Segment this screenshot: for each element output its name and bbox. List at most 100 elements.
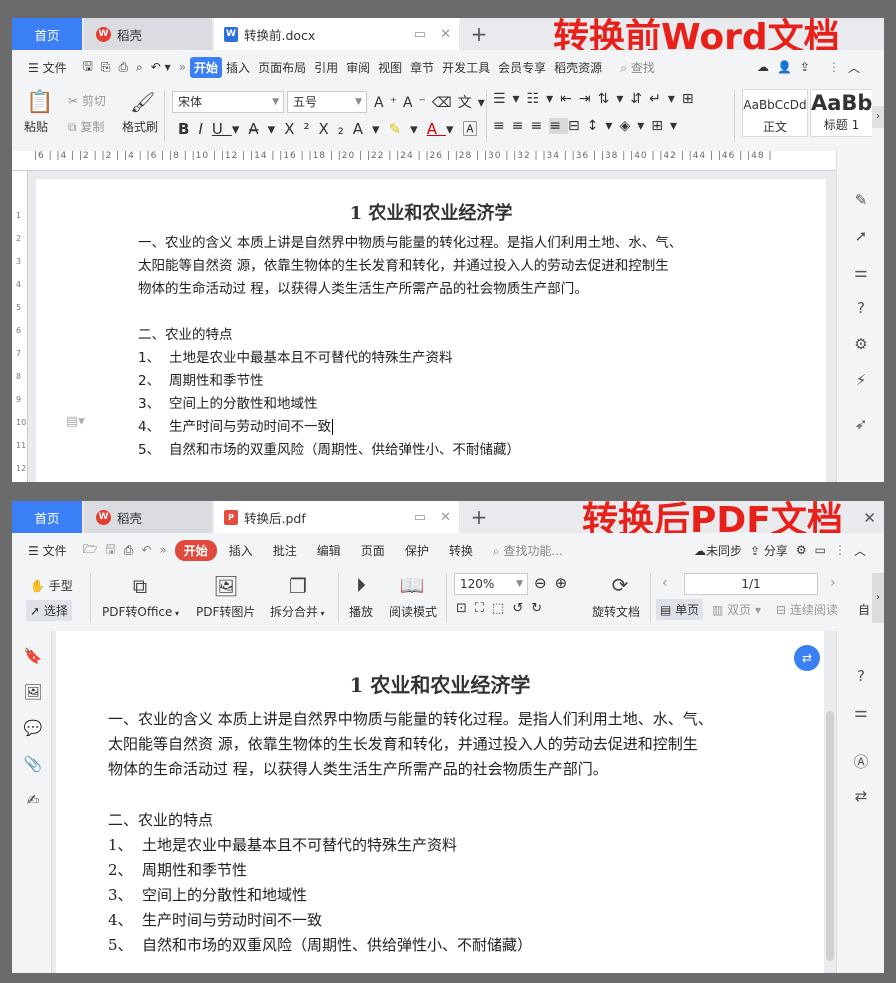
font-family-select[interactable]: 宋体 ▼: [172, 91, 284, 113]
bold-icon[interactable]: B: [178, 120, 198, 138]
bookmark-icon[interactable]: 🔖: [23, 647, 43, 665]
style-normal[interactable]: AaBbCcDd 正文: [742, 89, 808, 137]
underline-icon[interactable]: U: [212, 120, 232, 138]
translate-icon[interactable]: ⇄: [851, 787, 871, 807]
menu-protect[interactable]: 保护: [401, 542, 433, 559]
pointer-icon[interactable]: ➚: [851, 227, 871, 247]
menu-reference[interactable]: 引用: [310, 59, 342, 76]
play-icon[interactable]: ⏵: [348, 573, 374, 597]
menu-section[interactable]: 章节: [406, 59, 438, 76]
pen-icon[interactable]: ✎: [851, 191, 871, 211]
decrease-indent-icon[interactable]: ⇤: [560, 91, 579, 107]
menu-daoke-resources[interactable]: 稻壳资源: [550, 59, 606, 76]
menu-page[interactable]: 页面: [357, 542, 389, 559]
tab-close-icon[interactable]: ✕: [440, 27, 451, 42]
strikethrough-icon[interactable]: A̶: [248, 120, 267, 138]
user-icon[interactable]: 👤: [773, 60, 796, 74]
menu-insert[interactable]: 插入: [225, 542, 257, 559]
save-icon[interactable]: 🖫: [101, 540, 119, 561]
text-direction-icon[interactable]: ⇅▾: [598, 91, 631, 107]
tab-stops-icon[interactable]: ⊞: [682, 91, 701, 107]
tab-document[interactable]: P 转换后.pdf ▭ ✕: [214, 501, 459, 533]
styles-more-icon[interactable]: ›: [872, 106, 884, 128]
split-merge-icon[interactable]: ❐: [284, 574, 312, 598]
read-mode-icon[interactable]: 📖: [398, 573, 426, 597]
document-page[interactable]: 1 农业和农业经济学 一、农业的含义 本质上讲是自然界中物质与能量的转化过程。是…: [36, 179, 826, 482]
menu-insert[interactable]: 插入: [222, 59, 254, 76]
robot-icon[interactable]: ⚙: [851, 335, 871, 355]
more-menu-icon[interactable]: ⋮: [830, 543, 850, 557]
cloud-icon[interactable]: ☁: [753, 60, 773, 74]
sync-status[interactable]: ☁未同步: [690, 542, 746, 559]
undo-icon[interactable]: ↶: [137, 543, 155, 557]
shrink-font-icon[interactable]: A⁻: [403, 95, 432, 111]
clear-format-icon[interactable]: ⌫: [432, 95, 458, 111]
collapse-ribbon-icon[interactable]: ︿: [850, 542, 870, 559]
page-number-input[interactable]: 1/1: [684, 573, 818, 595]
tab-home[interactable]: 首页: [12, 501, 82, 533]
pdf-to-image-icon[interactable]: 🖼: [212, 574, 240, 598]
format-painter-button[interactable]: 格式刷: [122, 118, 158, 135]
rocket-icon[interactable]: ➶: [851, 415, 871, 435]
save-icon[interactable]: 🖫: [79, 57, 97, 78]
grow-font-icon[interactable]: A⁺: [374, 95, 403, 111]
menu-developer[interactable]: 开发工具: [438, 59, 494, 76]
preview-icon[interactable]: ⌕: [132, 60, 147, 75]
continuous-read-button[interactable]: ⊟ 连续阅读: [776, 601, 838, 618]
settings-icon[interactable]: ⚙: [792, 543, 811, 557]
tab-daoke[interactable]: W 稻壳: [84, 18, 212, 50]
zoom-select[interactable]: 120% ▼: [454, 573, 528, 595]
line-spacing-icon[interactable]: ↕▾: [587, 118, 620, 134]
menu-file[interactable]: ☰ 文件: [24, 59, 71, 76]
ribbon-scroll-icon[interactable]: ›: [872, 573, 884, 623]
search-box[interactable]: ⌕ 查找功能...: [489, 542, 567, 559]
menu-view[interactable]: 视图: [374, 59, 406, 76]
align-right-icon[interactable]: ≡: [530, 118, 549, 134]
font-style-tools[interactable]: BIU▾A̶▾X²X₂A▾✎▾A▾🄰: [178, 118, 487, 139]
actual-size-icon[interactable]: ⊡: [456, 601, 475, 616]
bullet-list-icon[interactable]: ☰▾: [493, 91, 527, 107]
paragraph-handle-icon[interactable]: ▤▾: [66, 414, 85, 429]
text-effect-icon[interactable]: A: [353, 120, 372, 138]
ocr-icon[interactable]: Ⓐ: [851, 751, 871, 771]
menu-home[interactable]: 开始: [190, 56, 223, 78]
print-icon[interactable]: ⎙: [120, 543, 138, 558]
menu-file[interactable]: ☰ 文件: [24, 542, 71, 559]
vertical-scrollbar[interactable]: [826, 711, 834, 961]
undo-icon[interactable]: ↶ ▾: [147, 60, 175, 74]
comment-panel-icon[interactable]: 💬: [23, 719, 43, 737]
more-icon[interactable]: »: [175, 60, 190, 74]
tab-restore-icon[interactable]: ▭: [414, 510, 426, 525]
prev-page-icon[interactable]: ‹: [662, 575, 668, 591]
thumbnail-icon[interactable]: 🖼: [23, 683, 43, 701]
read-mode-button[interactable]: 阅读模式: [389, 603, 437, 620]
paste-button[interactable]: 粘贴: [24, 118, 48, 135]
attachment-icon[interactable]: 📎: [23, 755, 43, 773]
rotate-document-icon[interactable]: ⟳: [606, 573, 634, 597]
align-left-icon[interactable]: ≡: [493, 118, 512, 134]
menu-home[interactable]: 开始: [174, 539, 217, 561]
tab-daoke[interactable]: W 稻壳: [84, 501, 212, 533]
fit-page-icon[interactable]: ⛶: [475, 601, 492, 616]
menu-convert[interactable]: 转换: [445, 542, 477, 559]
lightning-icon[interactable]: ⚡: [851, 371, 871, 391]
paragraph-tools-1[interactable]: ☰▾☷▾⇤⇥⇅▾⇵↵▾⊞: [493, 91, 701, 107]
superscript-icon[interactable]: X²: [284, 120, 318, 138]
rotate-left-icon[interactable]: ↺: [512, 601, 531, 616]
copy-button[interactable]: ⧉ 复制: [68, 118, 104, 135]
align-center-icon[interactable]: ≡: [512, 118, 531, 134]
font-color-icon[interactable]: A: [427, 120, 446, 138]
split-merge-button[interactable]: 拆分合并 ▾: [270, 603, 325, 620]
more-menu-icon[interactable]: ⋮: [824, 60, 844, 74]
pdf-to-office-icon[interactable]: ⧉: [126, 574, 154, 598]
italic-icon[interactable]: I: [198, 120, 211, 138]
export-icon[interactable]: ⎘: [97, 60, 115, 75]
zoom-in-icon[interactable]: ⊕: [555, 574, 576, 592]
menu-member[interactable]: 会员专享: [494, 59, 550, 76]
share-icon[interactable]: ⇪: [796, 60, 814, 74]
sliders-icon[interactable]: ⚌: [851, 703, 871, 723]
increase-indent-icon[interactable]: ⇥: [579, 91, 598, 107]
help-icon[interactable]: ?: [851, 299, 871, 319]
help-icon[interactable]: ?: [851, 667, 871, 687]
select-tool-button[interactable]: ➚ 选择: [26, 600, 72, 621]
